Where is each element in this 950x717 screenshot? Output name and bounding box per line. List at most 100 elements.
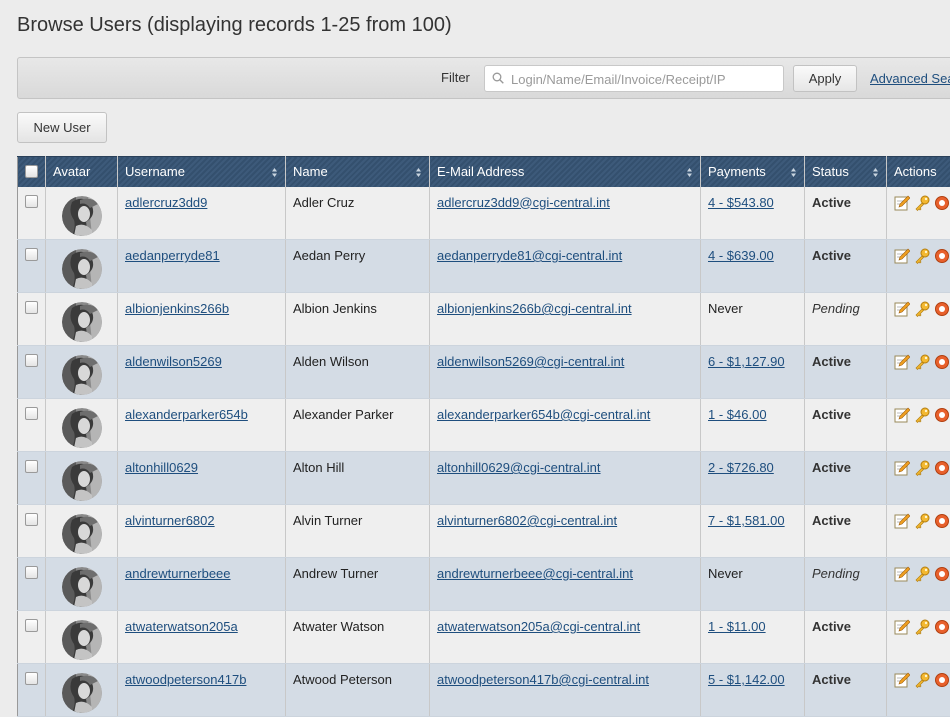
lifebuoy-icon[interactable] — [934, 407, 950, 423]
lifebuoy-icon[interactable] — [934, 672, 950, 688]
status-badge: Pending — [812, 566, 860, 581]
row-checkbox[interactable] — [25, 195, 38, 208]
username-link[interactable]: atwaterwatson205a — [125, 619, 238, 634]
edit-icon[interactable] — [894, 195, 910, 211]
key-icon[interactable] — [914, 513, 930, 529]
payments-link[interactable]: 1 - $46.00 — [708, 407, 767, 422]
payments-value: Never — [708, 301, 743, 316]
row-select-cell — [18, 505, 46, 558]
edit-icon[interactable] — [894, 619, 910, 635]
row-checkbox[interactable] — [25, 354, 38, 367]
username-link[interactable]: andrewturnerbeee — [125, 566, 231, 581]
email-link[interactable]: aedanperryde81@cgi-central.int — [437, 248, 622, 263]
username-link[interactable]: atwoodpeterson417b — [125, 672, 246, 687]
lifebuoy-icon[interactable] — [934, 460, 950, 476]
key-icon[interactable] — [914, 407, 930, 423]
new-user-button[interactable]: New User — [17, 112, 107, 143]
column-header-name[interactable]: Name — [286, 157, 430, 187]
row-checkbox[interactable] — [25, 407, 38, 420]
avatar-cell — [46, 505, 118, 558]
column-header-payments[interactable]: Payments — [701, 157, 805, 187]
email-link[interactable]: altonhill0629@cgi-central.int — [437, 460, 601, 475]
avatar — [62, 408, 102, 448]
email-link[interactable]: atwaterwatson205a@cgi-central.int — [437, 619, 640, 634]
status-cell: Pending — [805, 558, 887, 611]
filter-input-wrap[interactable] — [484, 65, 784, 92]
username-link[interactable]: aldenwilson5269 — [125, 354, 222, 369]
email-link[interactable]: alexanderparker654b@cgi-central.int — [437, 407, 650, 422]
email-cell: aedanperryde81@cgi-central.int — [430, 240, 701, 293]
lifebuoy-icon[interactable] — [934, 566, 950, 582]
lifebuoy-icon[interactable] — [934, 619, 950, 635]
edit-icon[interactable] — [894, 248, 910, 264]
edit-icon[interactable] — [894, 301, 910, 317]
edit-icon[interactable] — [894, 513, 910, 529]
username-link[interactable]: albionjenkins266b — [125, 301, 229, 316]
payments-link[interactable]: 1 - $11.00 — [708, 619, 766, 634]
row-checkbox[interactable] — [25, 619, 38, 632]
edit-icon[interactable] — [894, 407, 910, 423]
payments-link[interactable]: 4 - $543.80 — [708, 195, 774, 210]
key-icon[interactable] — [914, 566, 930, 582]
column-header-actions: Actions — [887, 157, 950, 187]
advanced-search-link[interactable]: Advanced Search — [870, 71, 950, 86]
lifebuoy-icon[interactable] — [934, 195, 950, 211]
username-link[interactable]: alvinturner6802 — [125, 513, 215, 528]
select-all-header — [18, 157, 46, 187]
username-link[interactable]: altonhill0629 — [125, 460, 198, 475]
actions-cell — [887, 346, 950, 399]
email-link[interactable]: adlercruz3dd9@cgi-central.int — [437, 195, 610, 210]
key-icon[interactable] — [914, 248, 930, 264]
search-icon — [492, 72, 504, 84]
row-checkbox[interactable] — [25, 513, 38, 526]
actions-cell — [887, 558, 950, 611]
row-checkbox[interactable] — [25, 248, 38, 261]
apply-button[interactable]: Apply — [793, 65, 857, 92]
sort-icon — [416, 168, 421, 177]
lifebuoy-icon[interactable] — [934, 513, 950, 529]
key-icon[interactable] — [914, 619, 930, 635]
edit-icon[interactable] — [894, 672, 910, 688]
key-icon[interactable] — [914, 195, 930, 211]
email-link[interactable]: albionjenkins266b@cgi-central.int — [437, 301, 632, 316]
payments-link[interactable]: 7 - $1,581.00 — [708, 513, 785, 528]
column-header-label: Payments — [708, 164, 766, 179]
username-link[interactable]: alexanderparker654b — [125, 407, 248, 422]
row-checkbox[interactable] — [25, 460, 38, 473]
column-header-email[interactable]: E-Mail Address — [430, 157, 701, 187]
lifebuoy-icon[interactable] — [934, 301, 950, 317]
actions-cell — [887, 611, 950, 664]
email-link[interactable]: atwoodpeterson417b@cgi-central.int — [437, 672, 649, 687]
row-checkbox[interactable] — [25, 301, 38, 314]
payments-cell: 1 - $11.00 — [701, 611, 805, 664]
row-checkbox[interactable] — [25, 672, 38, 685]
email-cell: albionjenkins266b@cgi-central.int — [430, 293, 701, 346]
payments-link[interactable]: 4 - $639.00 — [708, 248, 774, 263]
edit-icon[interactable] — [894, 354, 910, 370]
lifebuoy-icon[interactable] — [934, 354, 950, 370]
edit-icon[interactable] — [894, 566, 910, 582]
key-icon[interactable] — [914, 354, 930, 370]
status-badge: Active — [812, 672, 851, 687]
avatar-cell — [46, 187, 118, 240]
username-link[interactable]: aedanperryde81 — [125, 248, 220, 263]
email-link[interactable]: alvinturner6802@cgi-central.int — [437, 513, 617, 528]
email-link[interactable]: aldenwilson5269@cgi-central.int — [437, 354, 624, 369]
table-row: atwoodpeterson417b Atwood Peterson atwoo… — [18, 664, 950, 717]
name-cell: Alton Hill — [286, 452, 430, 505]
payments-link[interactable]: 6 - $1,127.90 — [708, 354, 785, 369]
column-header-username[interactable]: Username — [118, 157, 286, 187]
column-header-status[interactable]: Status — [805, 157, 887, 187]
lifebuoy-icon[interactable] — [934, 248, 950, 264]
filter-input[interactable] — [509, 69, 783, 90]
key-icon[interactable] — [914, 672, 930, 688]
row-checkbox[interactable] — [25, 566, 38, 579]
email-link[interactable]: andrewturnerbeee@cgi-central.int — [437, 566, 633, 581]
username-link[interactable]: adlercruz3dd9 — [125, 195, 207, 210]
key-icon[interactable] — [914, 460, 930, 476]
payments-link[interactable]: 5 - $1,142.00 — [708, 672, 785, 687]
select-all-checkbox[interactable] — [25, 165, 38, 178]
payments-link[interactable]: 2 - $726.80 — [708, 460, 774, 475]
edit-icon[interactable] — [894, 460, 910, 476]
key-icon[interactable] — [914, 301, 930, 317]
